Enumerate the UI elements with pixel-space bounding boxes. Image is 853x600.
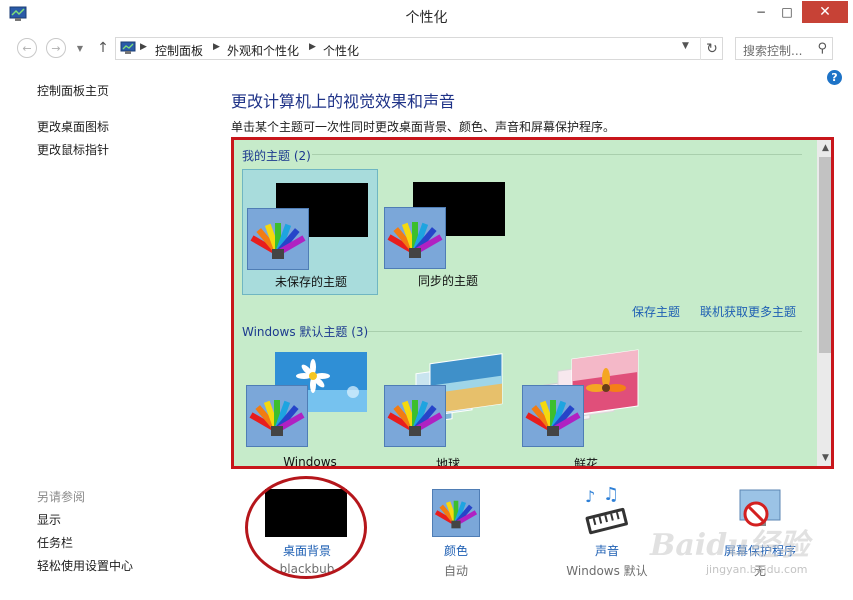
palette-fan-icon: [525, 400, 581, 436]
theme-unsaved[interactable]: 未保存的主题: [242, 169, 378, 295]
breadcrumb-personalization[interactable]: 个性化: [323, 42, 359, 59]
palette-fan-icon: [250, 223, 306, 259]
color-palette-icon: [247, 208, 309, 270]
theme-earth[interactable]: 地球: [380, 348, 516, 469]
group-divider: [312, 154, 802, 155]
question-icon: ?: [831, 71, 838, 84]
breadcrumb-separator-icon: ▶: [213, 42, 220, 52]
theme-flowers[interactable]: 鲜花: [518, 348, 654, 469]
breadcrumb-separator-icon: ▶: [140, 42, 147, 52]
group-divider: [367, 331, 802, 332]
sounds-value: Windows 默认: [566, 564, 648, 578]
color-palette-icon: [432, 489, 480, 537]
palette-fan-icon: [249, 400, 305, 436]
svg-text:♫: ♫: [603, 486, 619, 505]
taskbar-link[interactable]: 任务栏: [37, 534, 73, 551]
change-desktop-icons-link[interactable]: 更改桌面图标: [37, 118, 109, 135]
up-arrow-icon: ↑: [97, 40, 109, 56]
scroll-down-icon[interactable]: ▼: [817, 453, 831, 463]
refresh-button[interactable]: ↻: [700, 37, 723, 60]
color-palette-icon: [384, 207, 446, 269]
window-title: 个性化: [405, 10, 448, 26]
baidu-watermark-logo: Baidu经验: [650, 528, 809, 563]
back-button[interactable]: ←: [17, 38, 37, 58]
search-box[interactable]: 搜索控制... ⚲: [735, 37, 833, 60]
color-label[interactable]: 颜色: [386, 542, 526, 559]
scroll-thumb[interactable]: [819, 157, 831, 353]
save-theme-link[interactable]: 保存主题: [632, 303, 680, 320]
ease-of-access-link[interactable]: 轻松使用设置中心: [37, 557, 133, 574]
minimize-button[interactable]: −: [748, 1, 774, 23]
refresh-icon: ↻: [706, 40, 718, 57]
color-palette-icon: [522, 385, 584, 447]
control-panel-home-link[interactable]: 控制面板主页: [37, 82, 109, 99]
forward-button[interactable]: →: [46, 38, 66, 58]
theme-windows[interactable]: Windows: [242, 348, 378, 469]
theme-name: 地球: [435, 457, 460, 469]
navigation-bar: ← → ▼ ↑ ▶ 控制面板 ▶ 外观和个性化 ▶ 个性化 ▼ ↻ 搜索控制..…: [0, 36, 853, 62]
theme-name: Windows: [283, 455, 337, 469]
default-themes-group-title: Windows 默认主题 (3): [242, 325, 369, 339]
breadcrumb-control-panel[interactable]: 控制面板: [155, 42, 203, 59]
svg-text:♪: ♪: [585, 487, 595, 506]
theme-name: 同步的主题: [417, 274, 478, 288]
theme-synced[interactable]: 同步的主题: [380, 169, 516, 295]
color-palette-icon: [246, 385, 308, 447]
palette-fan-icon: [434, 500, 478, 529]
theme-name: 未保存的主题: [274, 275, 347, 289]
change-mouse-pointers-link[interactable]: 更改鼠标指针: [37, 141, 109, 158]
color-setting[interactable]: 颜色 自动: [386, 478, 526, 582]
breadcrumb-appearance[interactable]: 外观和个性化: [227, 42, 299, 59]
close-button[interactable]: ✕: [802, 1, 848, 23]
back-arrow-icon: ←: [22, 41, 32, 55]
title-bar: 个性化 − □ ✕: [0, 0, 853, 32]
see-also-label: 另请参阅: [37, 490, 86, 504]
search-input[interactable]: 搜索控制...: [743, 42, 802, 59]
recent-locations-button[interactable]: ▼: [74, 38, 86, 58]
get-more-themes-online-link[interactable]: 联机获取更多主题: [700, 303, 796, 320]
address-bar[interactable]: ▶ 控制面板 ▶ 外观和个性化 ▶ 个性化 ▼ ↻: [115, 37, 723, 60]
forward-arrow-icon: →: [51, 41, 61, 55]
scroll-up-icon[interactable]: ▲: [817, 143, 831, 153]
baidu-watermark-url: jingyan.baidu.com: [706, 563, 808, 576]
color-value: 自动: [443, 564, 468, 578]
maximize-button[interactable]: □: [774, 1, 800, 23]
palette-fan-icon: [387, 222, 443, 258]
control-panel-icon: [120, 41, 136, 54]
chevron-down-icon: ▼: [76, 43, 84, 53]
search-icon[interactable]: ⚲: [817, 41, 827, 56]
page-title: 更改计算机上的视觉效果和声音: [231, 92, 456, 111]
page-description: 单击某个主题可一次性同时更改桌面背景、颜色、声音和屏幕保护程序。: [231, 120, 616, 134]
color-palette-icon: [384, 385, 446, 447]
palette-fan-icon: [387, 400, 443, 436]
help-button[interactable]: ?: [827, 70, 842, 85]
theme-list-panel: 我的主题 (2) 未保存的主题 同步的主题 保存主题 联机获取更多主题 Wind…: [231, 137, 834, 469]
my-themes-group-title: 我的主题 (2): [242, 149, 311, 163]
theme-name: 鲜花: [573, 457, 598, 469]
up-button[interactable]: ↑: [93, 38, 113, 58]
theme-list-scrollbar[interactable]: ▲ ▼: [817, 140, 831, 466]
sound-keyboard-icon: ♪ ♫: [585, 486, 628, 535]
display-link[interactable]: 显示: [37, 511, 61, 528]
highlight-ellipse: [245, 476, 367, 579]
chevron-down-icon[interactable]: ▼: [682, 41, 689, 51]
breadcrumb-separator-icon: ▶: [309, 42, 316, 52]
